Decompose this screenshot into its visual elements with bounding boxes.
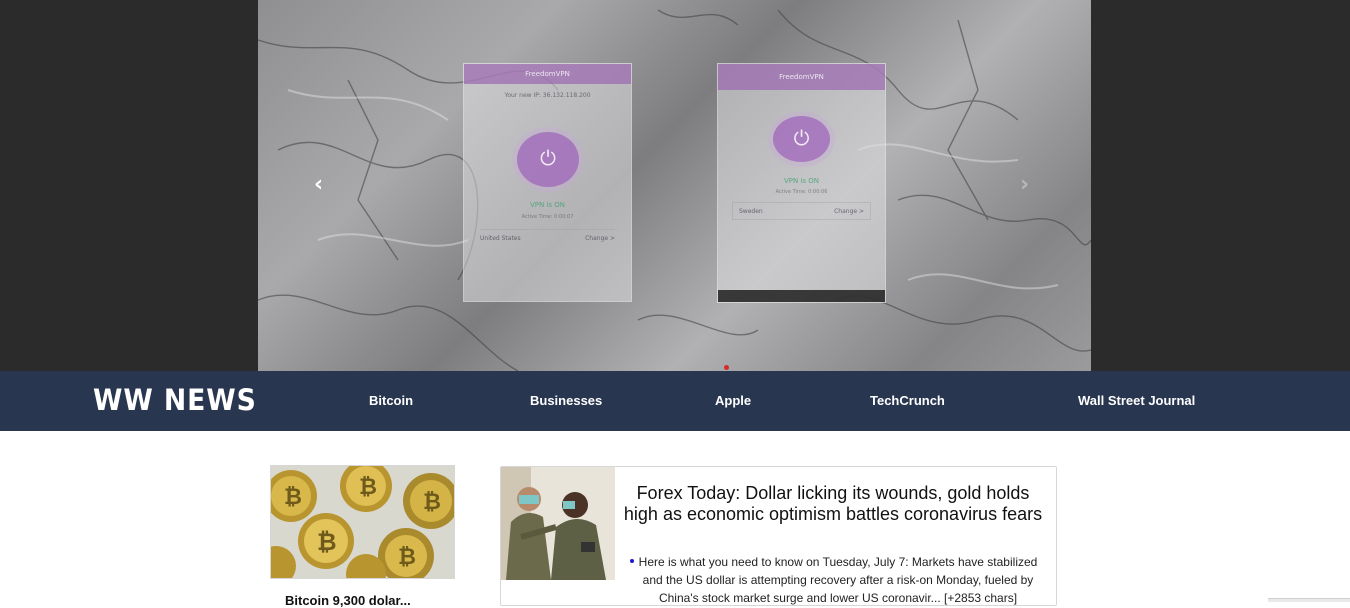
carousel-indicator-active[interactable] [724,365,729,370]
hero-carousel: FreedomVPN Your new IP: 36.132.118.200 ⏻… [0,0,1350,371]
app-header: FreedomVPN [464,64,631,84]
phone-mockup-left: FreedomVPN Your new IP: 36.132.118.200 ⏻… [463,63,632,302]
phone-mockup-right: FreedomVPN ⏻ VPN is ON Active Time: 0:00… [717,63,886,303]
vpn-status: VPN is ON [783,177,820,185]
nav-link-techcrunch[interactable]: TechCrunch [870,393,945,408]
app-name: FreedomVPN [525,70,570,78]
vpn-status: VPN is ON [529,201,566,209]
svg-text:₿: ₿ [359,475,377,500]
change-link: Change > [585,235,615,242]
svg-text:₿: ₿ [284,485,302,510]
carousel-prev-button[interactable]: ‹ [314,172,323,197]
nav-link-businesses[interactable]: Businesses [530,393,602,408]
location-name: United States [480,235,521,242]
article-card-forex[interactable]: Forex Today: Dollar licking its wounds, … [500,466,1057,606]
nav-link-apple[interactable]: Apple [715,393,751,408]
ip-text: Your new IP: 36.132.118.200 [504,92,591,99]
nav-link-wall-street-journal[interactable]: Wall Street Journal [1078,393,1195,408]
app-name: FreedomVPN [779,73,824,81]
power-icon: ⏻ [517,132,579,187]
bitcoin-coins-image: ₿ ₿ ₿ ₿ ₿ [271,466,454,578]
carousel-slide-image[interactable]: FreedomVPN Your new IP: 36.132.118.200 ⏻… [258,0,1091,371]
location-row: Sweden Change > [732,202,871,220]
power-icon: ⏻ [773,116,830,162]
main-navbar: WW NEWS Bitcoin Businesses Apple TechCru… [0,371,1350,431]
app-header: FreedomVPN [718,64,885,90]
article-description: Here is what you need to know on Tuesday… [638,555,1038,605]
active-time: Active Time: 0:00:06 [775,189,828,195]
carousel-next-button[interactable]: › [1020,172,1029,197]
bottom-right-tab [1268,598,1350,602]
phone-nav-bar [718,290,885,302]
soldiers-photo [501,467,615,580]
article-image[interactable]: ₿ ₿ ₿ ₿ ₿ [270,465,455,579]
active-time: Active Time: 0:00:07 [521,214,574,220]
site-logo[interactable]: WW NEWS [93,383,257,417]
svg-text:₿: ₿ [423,490,441,515]
nav-link-bitcoin[interactable]: Bitcoin [369,393,413,408]
location-row: United States Change > [480,229,615,247]
svg-text:₿: ₿ [317,528,337,556]
change-link: Change > [834,207,864,215]
location-name: Sweden [739,207,763,215]
marble-background [258,9,1091,371]
article-headline[interactable]: Forex Today: Dollar licking its wounds, … [623,483,1043,525]
article-title[interactable]: Bitcoin 9,300 dolar... [285,593,411,608]
svg-text:₿: ₿ [398,545,416,570]
article-card-bitcoin[interactable]: ₿ ₿ ₿ ₿ ₿ Bitcoin 9,300 dolar... [270,465,455,608]
article-image[interactable] [501,467,615,580]
